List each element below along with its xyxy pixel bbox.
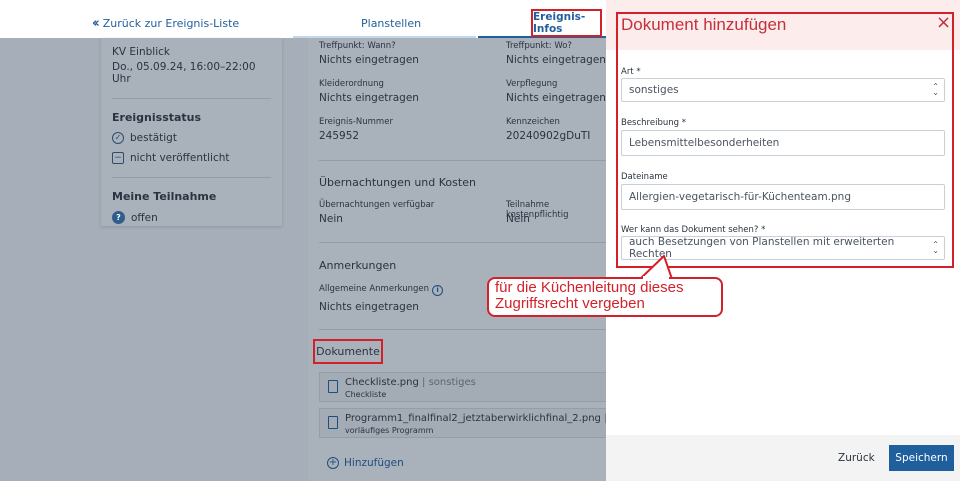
status-confirmed-row: ✓ bestätigt bbox=[112, 132, 271, 144]
file-icon bbox=[328, 380, 338, 393]
description-label: Beschreibung * bbox=[621, 118, 686, 128]
tab-planstellen[interactable]: Planstellen bbox=[361, 17, 421, 30]
file-icon bbox=[328, 416, 338, 429]
field-value-catering: Nichts eingetragen bbox=[506, 92, 606, 104]
document-item[interactable]: Programm1_finalfinal2_jetztaberwirklichf… bbox=[319, 408, 664, 438]
field-value-overnight: Nein bbox=[319, 213, 343, 225]
document-name-line: Checkliste.png | sonstiges bbox=[345, 377, 476, 388]
back-to-event-list-link[interactable]: ‹‹ Zurück zur Ereignis-Liste bbox=[92, 16, 239, 31]
filename-input[interactable]: Allergien-vegetarisch-für-Küchenteam.png bbox=[621, 184, 945, 210]
event-time: Do., 05.09.24, 16:00–22:00 Uhr bbox=[112, 61, 256, 85]
callout-line-1: für die Küchenleitung dieses bbox=[495, 279, 684, 296]
check-circle-icon: ✓ bbox=[112, 132, 124, 144]
select-arrows-icon: ⌃ ⌄ bbox=[932, 240, 939, 255]
field-label-event-number: Ereignis-Nummer bbox=[319, 117, 393, 127]
divider bbox=[319, 160, 606, 161]
field-value-meeting-time: Nichts eingetragen bbox=[319, 54, 419, 66]
divider bbox=[319, 242, 606, 243]
field-value-fee: Nein bbox=[506, 213, 530, 225]
visibility-select-value: auch Besetzungen von Planstellen mit erw… bbox=[629, 236, 895, 260]
double-chevron-left-icon: ‹‹ bbox=[92, 16, 100, 31]
tab-ereignis-infos[interactable]: Ereignis-Infos bbox=[531, 9, 602, 37]
field-label-meeting-place: Treffpunkt: Wo? bbox=[506, 41, 572, 51]
status-confirmed: bestätigt bbox=[130, 132, 177, 144]
field-value-event-number: 245952 bbox=[319, 130, 360, 142]
visibility-select[interactable]: auch Besetzungen von Planstellen mit erw… bbox=[621, 236, 945, 260]
field-label-notes: Allgemeine Anmerkungen i bbox=[319, 284, 444, 296]
document-name: Programm1_finalfinal2_jetztaberwirklichf… bbox=[345, 413, 601, 424]
question-circle-icon: ? bbox=[112, 211, 125, 224]
info-icon[interactable]: i bbox=[432, 284, 444, 296]
documents-heading: Dokumente bbox=[313, 339, 383, 364]
art-label: Art * bbox=[621, 67, 641, 77]
document-description: vorläufiges Programm bbox=[345, 426, 434, 435]
participation-row: ? offen bbox=[112, 211, 271, 224]
event-name: KV Einblick bbox=[112, 46, 170, 58]
status-visibility-row: − nicht veröffentlicht bbox=[112, 152, 271, 164]
art-select[interactable]: sonstiges ⌃ ⌄ bbox=[621, 78, 945, 102]
participation-value: offen bbox=[131, 211, 158, 224]
save-button[interactable]: Speichern bbox=[889, 445, 954, 471]
field-label-meeting-time: Treffpunkt: Wann? bbox=[319, 41, 396, 51]
close-icon[interactable]: × bbox=[936, 14, 951, 32]
add-document-label: Hinzufügen bbox=[344, 457, 404, 469]
status-heading: Ereignisstatus bbox=[112, 111, 202, 124]
panel-title: Dokument hinzufügen bbox=[621, 15, 787, 34]
field-label-dress-code: Kleiderordnung bbox=[319, 79, 384, 89]
status-visibility: nicht veröffentlicht bbox=[130, 152, 230, 164]
document-name: Checkliste.png bbox=[345, 377, 419, 388]
field-label-overnight: Übernachtungen verfügbar bbox=[319, 200, 435, 210]
event-summary-card: KV Einblick Do., 05.09.24, 16:00–22:00 U… bbox=[101, 38, 282, 226]
overnight-heading: Übernachtungen und Kosten bbox=[319, 176, 476, 189]
field-label-catering: Verpflegung bbox=[506, 79, 558, 89]
annotation-callout: für die Küchenleitung dieses Zugriffsrec… bbox=[487, 277, 723, 317]
field-value-dress-code: Nichts eingetragen bbox=[319, 92, 419, 104]
callout-line-2: Zugriffsrecht vergeben bbox=[495, 295, 645, 312]
document-type: sonstiges bbox=[428, 377, 476, 388]
field-value-meeting-place: Nichts eingetragen bbox=[506, 54, 606, 66]
add-document-button[interactable]: + Hinzufügen bbox=[327, 457, 404, 469]
filename-input-value: Allergien-vegetarisch-für-Küchenteam.png bbox=[629, 191, 851, 203]
participation-heading: Meine Teilnahme bbox=[112, 190, 217, 203]
back-button[interactable]: Zurück bbox=[838, 452, 875, 464]
select-arrows-icon: ⌃ ⌄ bbox=[932, 82, 939, 97]
visibility-label: Wer kann das Dokument sehen? * bbox=[621, 225, 766, 235]
description-input-value: Lebensmittelbesonderheiten bbox=[629, 137, 780, 149]
divider bbox=[319, 329, 606, 330]
plus-circle-icon: + bbox=[327, 457, 339, 469]
field-label-identifier: Kennzeichen bbox=[506, 117, 560, 127]
document-item[interactable]: Checkliste.png | sonstiges Checkliste bbox=[319, 372, 606, 402]
divider bbox=[112, 98, 271, 99]
top-bar bbox=[0, 0, 606, 38]
filename-label: Dateiname bbox=[621, 172, 668, 182]
divider bbox=[112, 177, 271, 178]
back-link-label: Zurück zur Ereignis-Liste bbox=[102, 17, 240, 30]
field-value-notes: Nichts eingetragen bbox=[319, 301, 419, 313]
field-value-identifier: 20240902gDuTI bbox=[506, 130, 591, 142]
notes-label: Allgemeine Anmerkungen bbox=[319, 284, 430, 294]
art-select-value: sonstiges bbox=[629, 84, 679, 96]
document-description: Checkliste bbox=[345, 390, 387, 399]
event-details: Treffpunkt: Wann? Nichts eingetragen Tre… bbox=[308, 38, 664, 481]
notes-heading: Anmerkungen bbox=[319, 259, 397, 272]
minus-square-icon: − bbox=[112, 152, 124, 164]
description-input[interactable]: Lebensmittelbesonderheiten bbox=[621, 130, 945, 156]
